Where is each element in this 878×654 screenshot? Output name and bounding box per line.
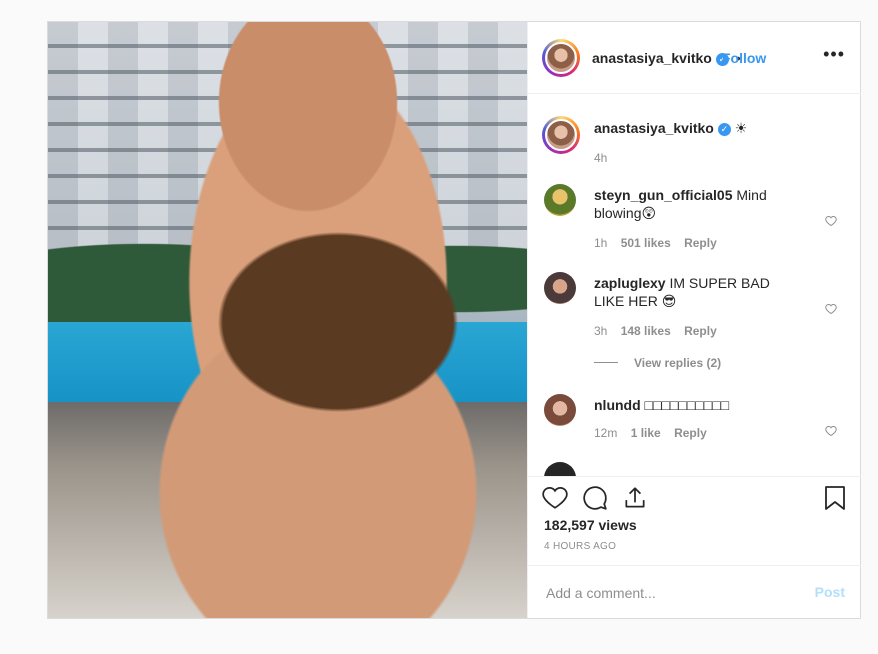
view-count[interactable]: 182,597 views	[544, 517, 637, 533]
author-avatar[interactable]	[542, 39, 580, 77]
comment-body: □□□□□□□□□□	[644, 397, 730, 413]
post-actions: 182,597 views 4 HOURS AGO Post	[528, 476, 861, 618]
video-subject	[118, 22, 478, 618]
comments-list[interactable]: anastasiya_kvitko ✓ ☀ 4h steyn_gun_offici…	[528, 94, 861, 476]
comment-likes[interactable]: 501 likes	[621, 236, 671, 250]
author-username-row: anastasiya_kvitko ✓ •	[592, 50, 741, 66]
verified-badge-icon: ✓	[717, 122, 731, 136]
comment-text: zapluglexy IM SUPER BAD LIKE HER 😎	[594, 274, 804, 310]
comment-age[interactable]: 1h	[594, 236, 607, 250]
comment-meta: 1h 501 likes Reply	[594, 236, 717, 250]
comment-username[interactable]: zapluglexy	[594, 275, 666, 291]
comment-likes[interactable]: 148 likes	[621, 324, 671, 338]
caption-avatar[interactable]	[542, 116, 580, 154]
like-comment-heart-icon[interactable]	[825, 302, 837, 315]
comment-meta: 3h 148 likes Reply	[594, 324, 717, 338]
comment-age[interactable]: 3h	[594, 324, 607, 338]
author-username[interactable]: anastasiya_kvitko	[592, 50, 712, 66]
comment-age[interactable]: 12m	[594, 426, 617, 440]
comment-username[interactable]: nlundd	[594, 397, 641, 413]
post-timestamp[interactable]: 4 HOURS AGO	[544, 541, 616, 552]
like-heart-icon[interactable]	[542, 485, 568, 516]
comment-composer: Post	[528, 565, 861, 619]
view-replies-button[interactable]: View replies (2)	[634, 356, 721, 370]
post-video[interactable]	[48, 22, 527, 618]
follow-button[interactable]: Follow	[722, 50, 766, 66]
comment-bubble-icon[interactable]	[582, 485, 608, 516]
post-comment-button[interactable]: Post	[815, 584, 845, 600]
comment-likes[interactable]: 1 like	[631, 426, 661, 440]
comment-username[interactable]: steyn_gun_official05	[594, 187, 733, 203]
comment-avatar[interactable]	[544, 394, 576, 426]
caption-text: anastasiya_kvitko ✓ ☀	[594, 119, 747, 137]
comment-avatar[interactable]	[544, 272, 576, 304]
comment-reply-button[interactable]: Reply	[684, 236, 717, 250]
caption-username[interactable]: anastasiya_kvitko	[594, 120, 714, 136]
caption-time[interactable]: 4h	[594, 151, 607, 165]
comment-avatar[interactable]	[544, 462, 576, 476]
view-replies-divider	[594, 362, 618, 363]
caption-body: ☀	[734, 120, 748, 136]
post-header: anastasiya_kvitko ✓ • Follow •••	[528, 22, 861, 94]
more-options-icon[interactable]: •••	[823, 44, 845, 65]
comment-text: nlundd □□□□□□□□□□	[594, 396, 804, 414]
like-comment-heart-icon[interactable]	[825, 424, 837, 437]
comment-meta: 12m 1 like Reply	[594, 426, 707, 440]
save-bookmark-icon[interactable]	[823, 485, 847, 516]
comment-reply-button[interactable]: Reply	[674, 426, 707, 440]
add-comment-input[interactable]	[544, 582, 788, 604]
comment-avatar[interactable]	[544, 184, 576, 216]
comment-text: steyn_gun_official05 Mind blowing😲	[594, 186, 794, 222]
post-card: anastasiya_kvitko ✓ • Follow ••• anastasi…	[47, 21, 861, 619]
comment-reply-button[interactable]: Reply	[684, 324, 717, 338]
share-icon[interactable]	[622, 485, 648, 516]
like-comment-heart-icon[interactable]	[825, 214, 837, 227]
post-side-panel: anastasiya_kvitko ✓ • Follow ••• anastasi…	[527, 22, 861, 618]
